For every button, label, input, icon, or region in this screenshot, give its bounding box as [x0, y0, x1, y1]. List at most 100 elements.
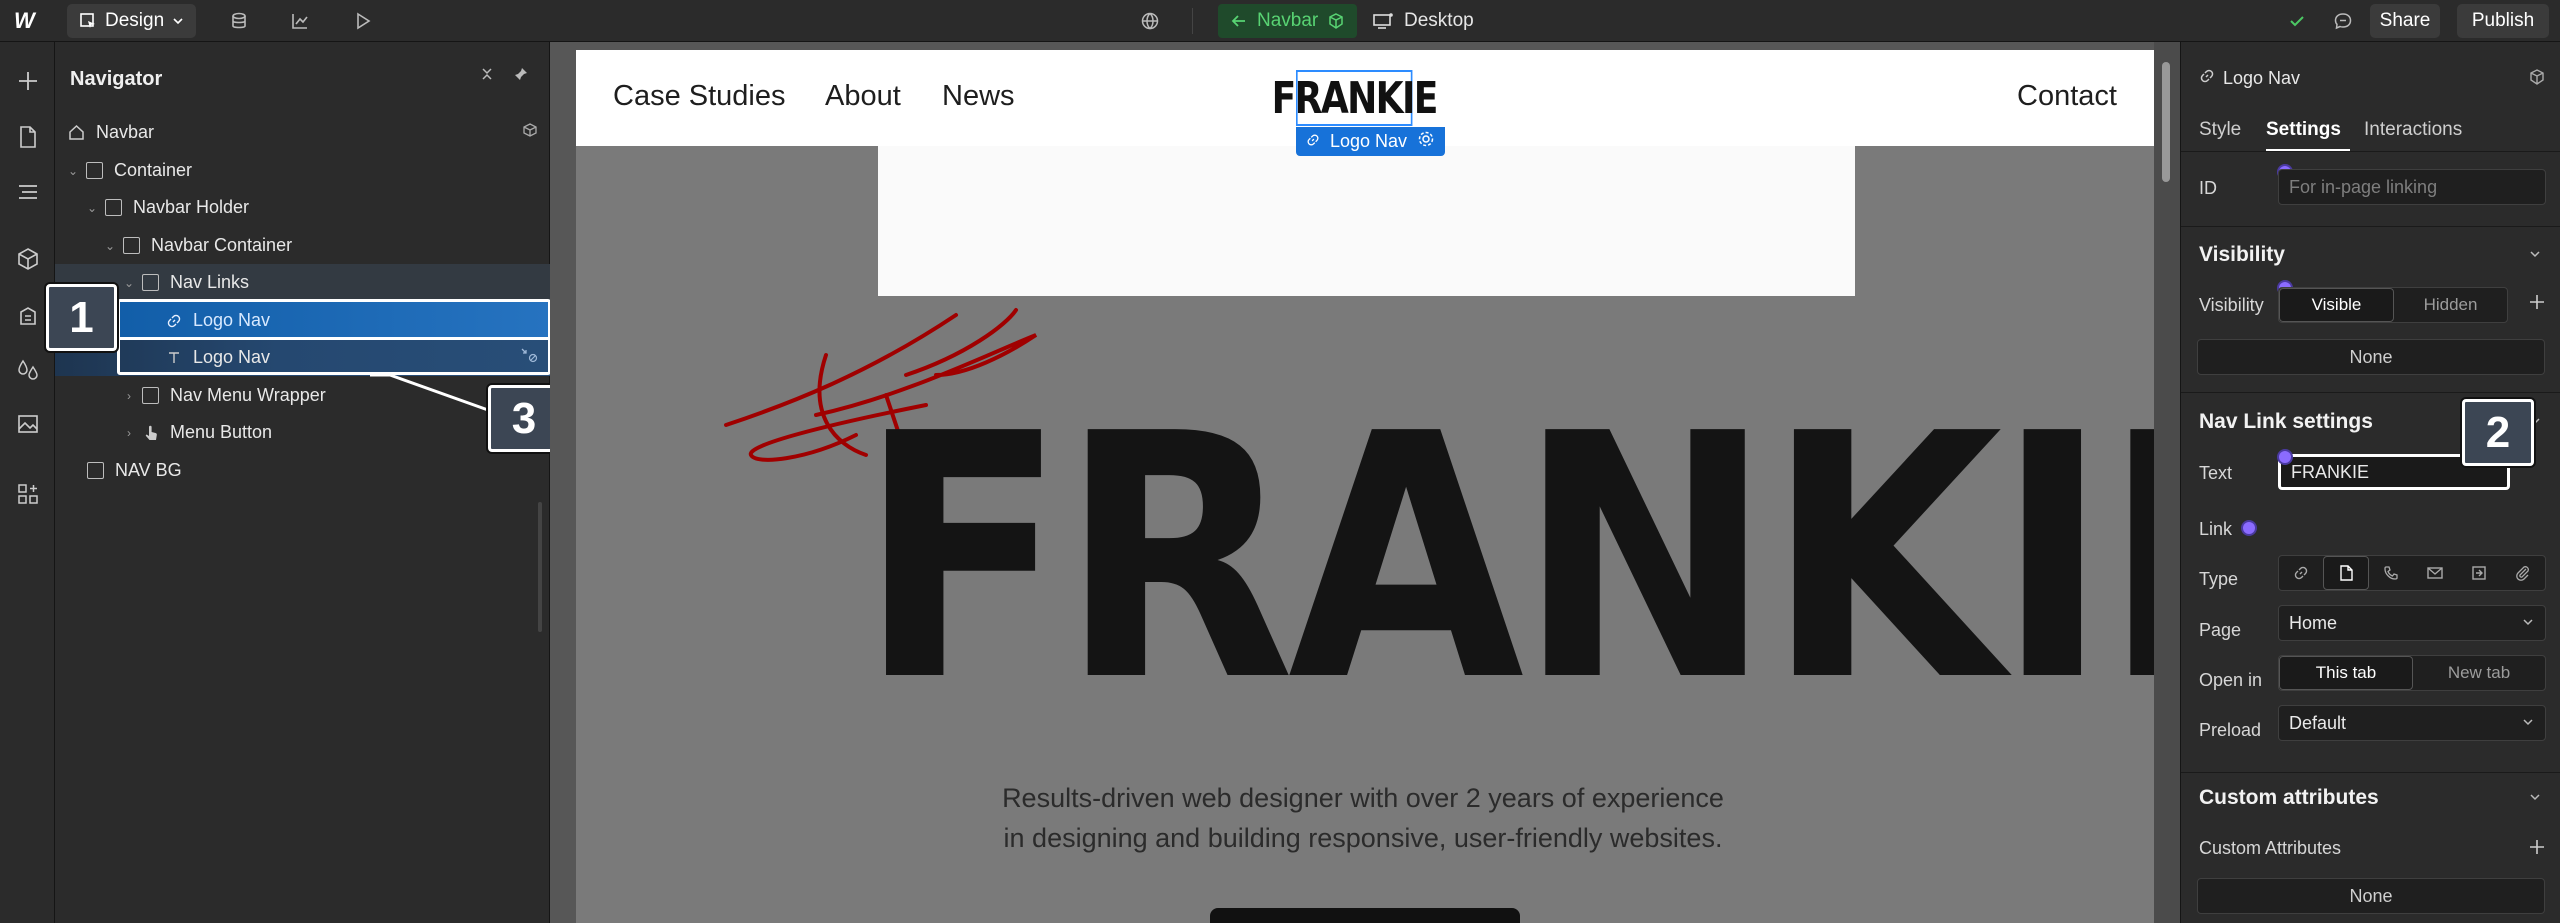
- analytics-chart-icon[interactable]: [283, 4, 317, 38]
- nav-link-news[interactable]: News: [942, 80, 1015, 113]
- link-type-selector[interactable]: [2278, 555, 2546, 591]
- preview-play-icon[interactable]: [346, 4, 380, 38]
- add-attribute-icon[interactable]: [2528, 838, 2546, 861]
- scrollbar-thumb[interactable]: [2162, 62, 2170, 182]
- nav-link-contact[interactable]: Contact: [2017, 80, 2117, 113]
- tab-interactions[interactable]: Interactions: [2364, 119, 2462, 141]
- settings-panel: Logo Nav Style Settings Interactions ID …: [2180, 42, 2560, 923]
- preload-select[interactable]: Default: [2278, 705, 2546, 741]
- chevron-down-icon[interactable]: ⌄: [85, 201, 99, 215]
- visibility-toggle[interactable]: Visible Hidden: [2278, 287, 2508, 323]
- gear-icon[interactable]: [1417, 130, 1435, 153]
- binding-dot[interactable]: [2279, 451, 2291, 463]
- style-selectors-icon[interactable]: [12, 300, 44, 332]
- navlink-section-title[interactable]: Nav Link settings: [2199, 410, 2373, 434]
- open-in-toggle[interactable]: This tab New tab: [2278, 655, 2546, 691]
- section-link-icon[interactable]: [2457, 556, 2501, 590]
- design-mode-button[interactable]: Design: [67, 4, 197, 38]
- chevron-down-icon[interactable]: ⌄: [122, 276, 136, 290]
- id-input[interactable]: For in-page linking: [2278, 169, 2546, 205]
- top-toolbar: W Design Navbar Desktop Share Publish: [0, 0, 2560, 42]
- tree-item-navbar-holder[interactable]: ⌄ Navbar Holder: [55, 189, 550, 226]
- components-icon[interactable]: [12, 243, 44, 275]
- callout-badge-1: 1: [46, 284, 117, 351]
- toolbar-divider: [1192, 8, 1193, 34]
- design-canvas[interactable]: Case Studies About News Contact FRANKIE …: [538, 42, 2180, 923]
- tree-label: Container: [114, 160, 193, 180]
- new-tab-option[interactable]: New tab: [2413, 656, 2545, 690]
- breadcrumb-label: Navbar: [1257, 10, 1319, 31]
- hero-description-line-1: Results-driven web designer with over 2 …: [1002, 783, 1724, 813]
- custom-attributes-section-title[interactable]: Custom attributes: [2199, 786, 2379, 810]
- file-attachment-icon[interactable]: [2501, 556, 2545, 590]
- add-condition-icon[interactable]: [2528, 293, 2546, 316]
- pin-panel-icon[interactable]: [513, 66, 529, 87]
- custom-attributes-none[interactable]: None: [2197, 878, 2545, 914]
- breakpoint-selector[interactable]: Desktop: [1372, 4, 1474, 38]
- pages-icon[interactable]: [12, 121, 44, 153]
- comments-icon[interactable]: [2326, 4, 2360, 38]
- page-select-value: Home: [2289, 612, 2338, 633]
- breakpoint-label: Desktop: [1404, 10, 1474, 31]
- tree-label: Nav Menu Wrapper: [170, 385, 326, 405]
- tree-label: Navbar Container: [151, 235, 293, 255]
- email-link-icon[interactable]: [2413, 556, 2457, 590]
- tree-item-container[interactable]: ⌄ Container: [55, 152, 550, 189]
- site-logo-link[interactable]: FRANKIE: [1272, 70, 1438, 126]
- hero-description: Results-driven web designer with over 2 …: [858, 778, 1868, 858]
- canvas-resize-handle[interactable]: [538, 502, 542, 632]
- symbol-cube-icon[interactable]: [2528, 68, 2546, 91]
- chevron-down-icon[interactable]: ⌄: [66, 164, 80, 178]
- chevron-down-icon[interactable]: [2528, 247, 2542, 266]
- url-link-icon[interactable]: [2279, 556, 2323, 590]
- tree-item-nav-bg[interactable]: NAV BG: [55, 452, 550, 489]
- navigator-icon[interactable]: [12, 177, 44, 209]
- chevron-down-icon[interactable]: ⌄: [103, 239, 117, 253]
- assets-image-icon[interactable]: [12, 408, 44, 440]
- callout-badge-2: 2: [2462, 399, 2534, 466]
- chevron-right-icon[interactable]: ›: [122, 426, 136, 440]
- visibility-conditions-none[interactable]: None: [2197, 339, 2545, 375]
- nav-link-case-studies[interactable]: Case Studies: [613, 80, 786, 113]
- selected-element-label[interactable]: Logo Nav: [1296, 127, 1446, 156]
- site-preview[interactable]: Case Studies About News Contact FRANKIE …: [576, 50, 2154, 923]
- tree-label: Navbar Holder: [133, 197, 250, 217]
- collapse-all-icon[interactable]: [479, 66, 495, 87]
- hero-card: [878, 146, 1855, 296]
- apps-icon[interactable]: [12, 478, 44, 510]
- globe-icon[interactable]: [1133, 4, 1167, 38]
- hero-cta-button[interactable]: [1210, 908, 1520, 923]
- tab-settings[interactable]: Settings: [2266, 119, 2341, 141]
- chevron-down-icon[interactable]: [2528, 790, 2542, 809]
- tree-item-navbar-container[interactable]: ⌄ Navbar Container: [55, 227, 550, 264]
- publish-button[interactable]: Publish: [2457, 4, 2549, 38]
- page-select[interactable]: Home: [2278, 605, 2546, 641]
- binding-dot[interactable]: [2243, 522, 2255, 534]
- div-block-icon: [123, 237, 140, 254]
- share-button[interactable]: Share: [2370, 4, 2440, 38]
- element-name: Logo Nav: [2223, 68, 2301, 88]
- openin-label: Open in: [2199, 670, 2263, 690]
- link-label: Link: [2199, 519, 2233, 539]
- page-link-icon[interactable]: [2323, 556, 2369, 590]
- variables-drops-icon[interactable]: [12, 354, 44, 386]
- tree-item-navbar[interactable]: Navbar: [55, 114, 550, 151]
- home-symbol-icon: [68, 124, 85, 141]
- visible-option[interactable]: Visible: [2279, 288, 2394, 322]
- type-label: Type: [2199, 569, 2239, 589]
- breadcrumb-navbar-symbol[interactable]: Navbar: [1218, 4, 1358, 38]
- link-icon: [2199, 68, 2215, 89]
- phone-link-icon[interactable]: [2369, 556, 2413, 590]
- preload-select-value: Default: [2289, 712, 2347, 733]
- tree-item-nav-links[interactable]: ⌄ Nav Links: [55, 264, 550, 301]
- add-element-icon[interactable]: [12, 65, 44, 97]
- this-tab-option[interactable]: This tab: [2279, 656, 2413, 690]
- chevron-right-icon[interactable]: ›: [122, 389, 136, 403]
- visibility-section-title[interactable]: Visibility: [2199, 243, 2285, 267]
- cms-database-icon[interactable]: [222, 4, 256, 38]
- tab-style[interactable]: Style: [2199, 119, 2241, 141]
- nav-link-about[interactable]: About: [825, 80, 901, 113]
- hidden-option[interactable]: Hidden: [2394, 288, 2507, 322]
- canvas-scrollbar[interactable]: [2154, 42, 2180, 923]
- webflow-logo[interactable]: W: [14, 8, 44, 34]
